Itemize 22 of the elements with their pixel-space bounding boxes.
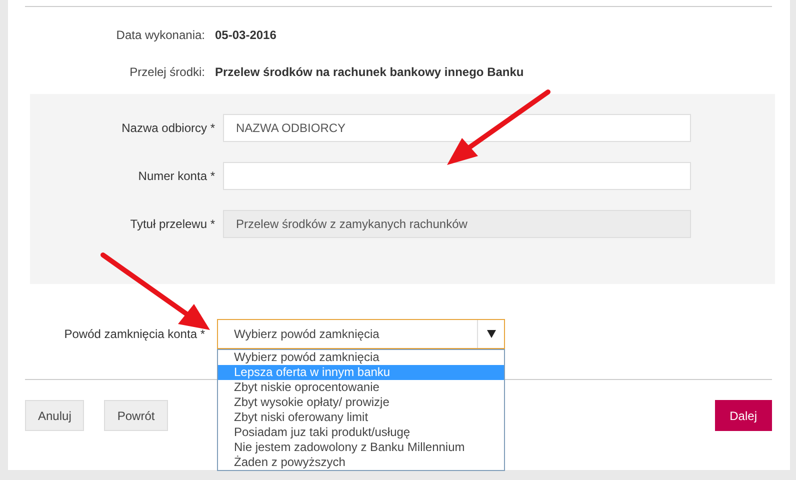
primary-button[interactable]: Dalej [714,400,772,431]
input-field[interactable] [223,162,691,190]
dropdown-option[interactable]: Żaden z powyższych [218,455,504,470]
select-field[interactable]: Wybierz powód zamknięcia [217,319,505,349]
caret-icon [486,330,496,338]
field-label: Numer konta * [137,169,216,183]
dropdown-option[interactable]: Zbyt wysokie opłaty/ prowizje [218,395,504,410]
field-label: Przelej środki: [128,66,205,79]
dropdown-option[interactable]: Zbyt niski oferowany limit [218,410,504,425]
field-label: Nazwa odbiorcy * [120,121,216,135]
secondary-button[interactable]: Anuluj [25,400,84,431]
field-label: Tytuł przelewu * [129,217,216,231]
field-label: Powód zamknięcia konta * [63,327,206,341]
field-label: Data wykonania: [115,29,205,42]
dropdown-option[interactable]: Zbyt niskie oprocentowanie [218,380,504,395]
secondary-button[interactable]: Powrót [104,400,168,431]
field-value: 05-03-2016 [215,29,278,42]
field-value: Przelew środków na rachunek bankowy innego Banku [215,66,524,79]
input-field[interactable]: NAZWA ODBIORCY [223,114,691,142]
dropdown-option[interactable]: Posiadam juz taki produkt/usługę [218,425,504,440]
dropdown-option[interactable]: Nie jestem zadowolony z Banku Millennium [218,440,504,455]
dropdown-option[interactable]: Wybierz powód zamknięcia [218,350,504,365]
